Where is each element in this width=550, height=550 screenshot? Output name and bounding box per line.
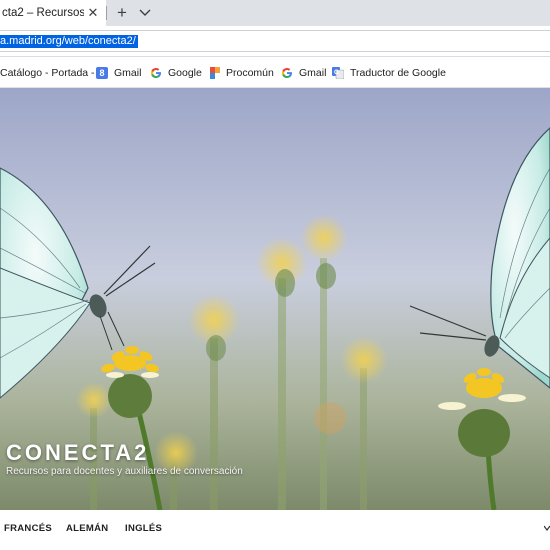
bookmark-gmail[interactable]: 8 Gmail <box>96 65 141 81</box>
nav-item-frances[interactable]: FRANCÉS <box>4 523 52 534</box>
tab-divider <box>106 6 107 20</box>
bookmark-label: Gmail <box>299 67 327 79</box>
browser-toolbar: a.madrid.org/web/conecta2/ <box>0 26 550 57</box>
tab-strip: cta2 – Recursos pa ✕ + <box>0 0 550 26</box>
main-nav: FRANCÉS ALEMÁN INGLÉS <box>0 510 550 550</box>
bookmark-label: Traductor de Google <box>350 67 446 79</box>
site-title[interactable]: CONECTA2 <box>6 440 149 466</box>
chevron-down-icon[interactable] <box>138 5 152 19</box>
bookmark-label: Gmail <box>114 67 142 79</box>
bookmarks-bar: Catálogo - Portada - 8 Gmail Google Proc… <box>0 57 550 88</box>
chevron-down-icon[interactable] <box>544 524 550 532</box>
gmail-icon: 8 <box>96 67 108 79</box>
translate-icon: G <box>332 67 344 79</box>
procomun-icon <box>210 67 220 79</box>
address-url[interactable]: a.madrid.org/web/conecta2/ <box>0 35 138 48</box>
bookmark-google[interactable]: Google <box>150 65 202 81</box>
google-icon <box>282 68 292 78</box>
site-subtitle: Recursos para docentes y auxiliares de c… <box>6 466 243 477</box>
hero-banner: CONECTA2 Recursos para docentes y auxili… <box>0 88 550 510</box>
bookmark-catalogo[interactable]: Catálogo - Portada - <box>0 65 95 81</box>
nav-item-ingles[interactable]: INGLÉS <box>125 523 162 534</box>
browser-tab[interactable]: cta2 – Recursos pa ✕ <box>0 0 106 26</box>
bookmark-procomun[interactable]: Procomún <box>210 65 274 81</box>
bookmark-label: Google <box>168 67 202 79</box>
tab-title: cta2 – Recursos pa <box>2 7 84 19</box>
close-tab-icon[interactable]: ✕ <box>86 6 100 20</box>
bookmark-gmail-2[interactable]: Gmail <box>281 65 326 81</box>
address-bar[interactable]: a.madrid.org/web/conecta2/ <box>0 30 550 52</box>
bookmark-label: Procomún <box>226 67 274 79</box>
bookmark-label: Catálogo - Portada - <box>0 67 95 79</box>
new-tab-icon[interactable]: + <box>113 3 131 23</box>
svg-text:G: G <box>334 70 339 76</box>
google-icon <box>151 68 161 78</box>
nav-item-aleman[interactable]: ALEMÁN <box>66 523 108 534</box>
bookmark-traductor[interactable]: G Traductor de Google <box>332 65 446 81</box>
